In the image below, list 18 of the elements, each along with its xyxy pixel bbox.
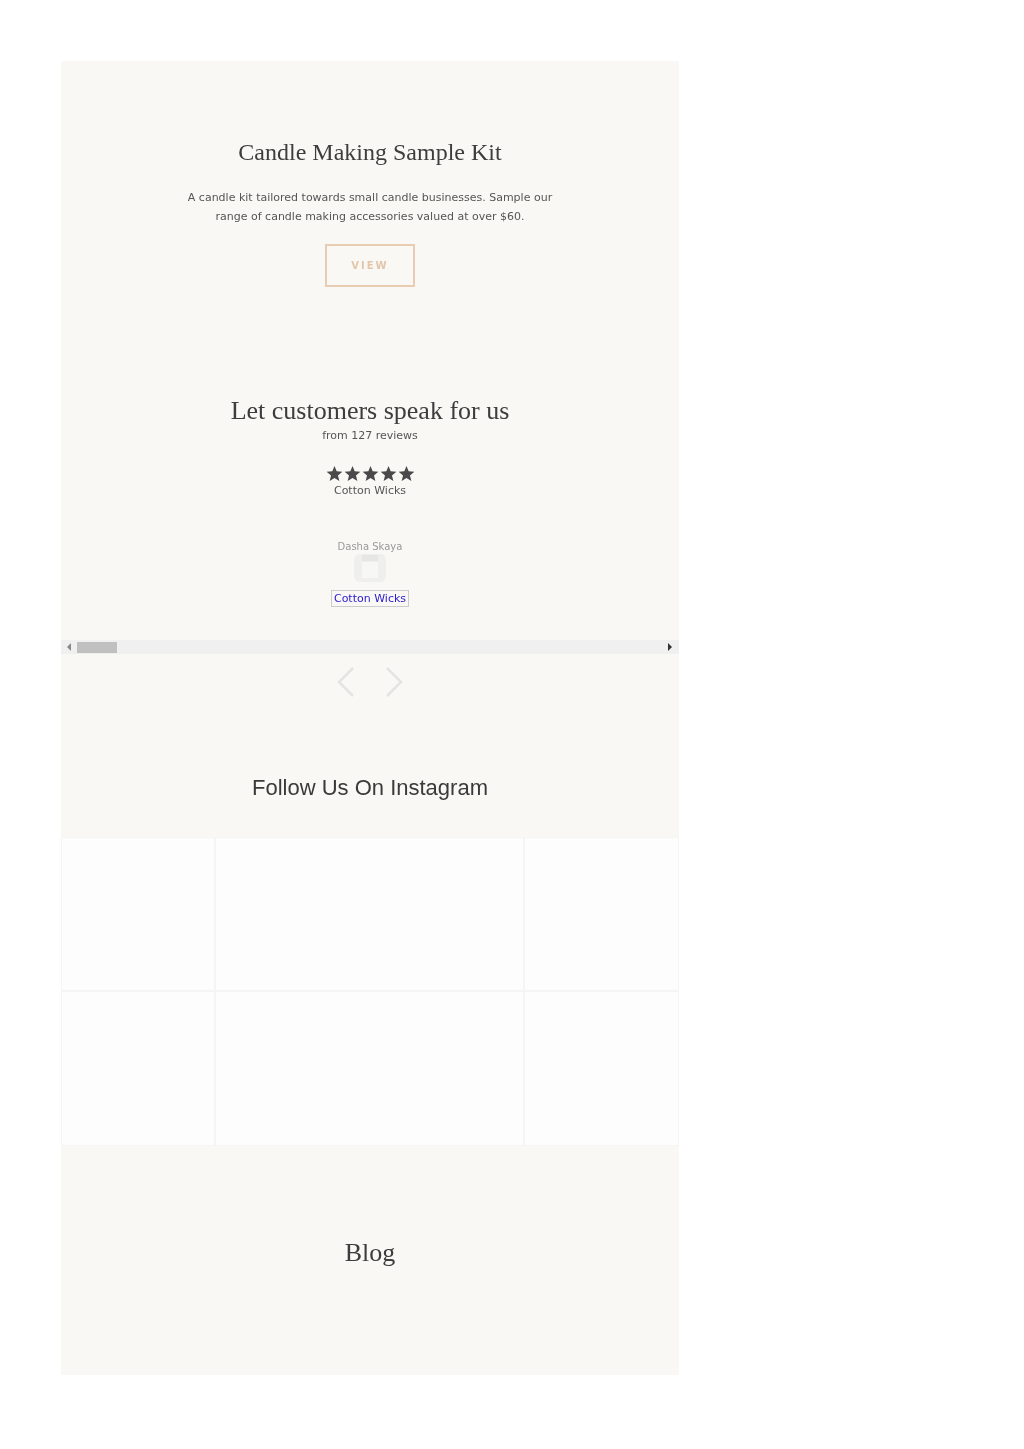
scroll-thumb[interactable]: [77, 641, 117, 653]
section-title: Candle Making Sample Kit: [238, 138, 502, 167]
product-link[interactable]: Cotton Wicks: [330, 590, 410, 607]
section-title: Let customers speak for us: [230, 396, 510, 426]
section-title: Blog: [344, 1238, 396, 1268]
review-count: from 127 reviews: [322, 429, 418, 442]
kit-description: A candle kit tailored towards small candle businesses. Sample our range of candle making accessories valued at over $60.: [186, 190, 554, 225]
star-icon: [361, 466, 379, 482]
star-icon: [343, 466, 361, 482]
horizontal-scrollbar[interactable]: [61, 640, 679, 654]
product-name: Cotton Wicks: [333, 484, 407, 497]
scroll-left-icon[interactable]: [66, 643, 72, 651]
scroll-right-icon[interactable]: [667, 643, 673, 651]
section-title: Follow Us On Instagram: [252, 775, 488, 801]
reviewer-name: Dasha Skaya: [337, 541, 403, 552]
star-icon: [325, 466, 343, 482]
star-icon: [397, 466, 415, 482]
star-icon: [379, 466, 397, 482]
